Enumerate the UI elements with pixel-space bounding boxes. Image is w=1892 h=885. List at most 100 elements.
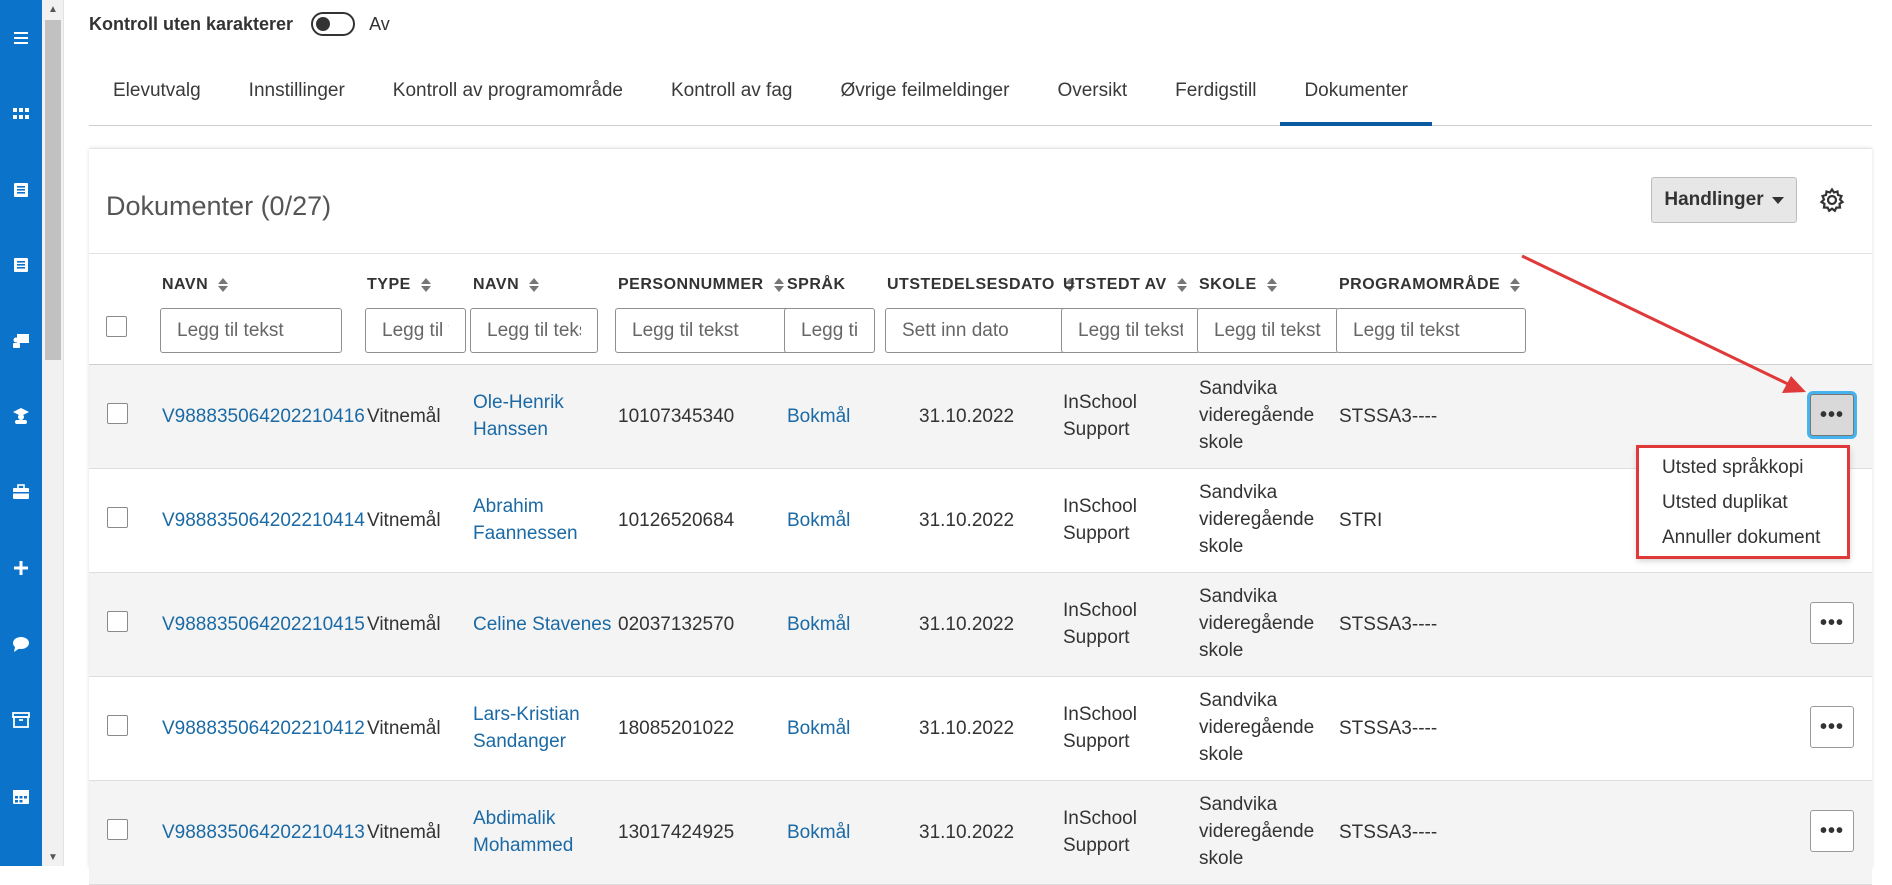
personnummer: 18085201022 [618, 718, 735, 739]
menu-item-utsted-sprakkopi[interactable]: Utsted språkkopi [1662, 457, 1804, 479]
document-type: Vitnemål [367, 510, 441, 531]
nav-rail [0, 0, 42, 866]
toggle-knob [316, 17, 331, 31]
filter-navn-2-input[interactable] [470, 308, 598, 353]
menu-item-annuller-dokument[interactable]: Annuller dokument [1662, 527, 1820, 549]
table-row: V988835064202210412 Vitnemål Lars-Kristi… [89, 677, 1872, 781]
school-line: Sandvika [1199, 690, 1278, 711]
student-first-name: Lars-Kristian [473, 704, 580, 725]
student-name-link[interactable]: Ole-Henrik Hanssen [473, 389, 564, 443]
column-header-skole[interactable]: SKOLE [1199, 276, 1277, 294]
table-row: V988835064202210416 Vitnemål Ole-Henrik H… [89, 365, 1872, 469]
row-checkbox[interactable] [107, 819, 128, 840]
row-actions-button[interactable]: ••• [1810, 394, 1854, 436]
filter-date-input[interactable] [885, 308, 1074, 353]
column-header-navn-2[interactable]: NAVN [473, 276, 540, 294]
student-name-link[interactable]: Abrahim Faannessen [473, 493, 578, 547]
column-header-label: PROGRAMOMRÅDE [1339, 276, 1501, 293]
tab-oversikt[interactable]: Oversikt [1033, 66, 1151, 125]
tab-innstillinger[interactable]: Innstillinger [225, 66, 369, 125]
filter-programomrade-input[interactable] [1336, 308, 1526, 353]
sort-icon [218, 278, 229, 292]
filter-personnummer-input[interactable] [615, 308, 794, 353]
scroll-up-icon[interactable]: ▲ [42, 0, 64, 18]
column-header-navn[interactable]: NAVN [162, 276, 229, 294]
language-link[interactable]: Bokmål [787, 611, 850, 638]
column-header-type[interactable]: TYPE [367, 276, 431, 294]
row-checkbox[interactable] [107, 715, 128, 736]
school-line: Sandvika [1199, 378, 1278, 399]
gear-icon[interactable] [1819, 187, 1845, 213]
column-header-personnummer[interactable]: PERSONNUMMER [618, 276, 784, 294]
row-actions-button[interactable]: ••• [1810, 602, 1854, 644]
book-icon[interactable] [11, 180, 31, 200]
row-actions-button[interactable]: ••• [1810, 706, 1854, 748]
scrollbar-thumb[interactable] [45, 20, 61, 360]
language-link[interactable]: Bokmål [787, 715, 850, 742]
tab-kontroll-programomrade[interactable]: Kontroll av programområde [369, 66, 647, 125]
row-checkbox[interactable] [107, 403, 128, 424]
filter-skole-input[interactable] [1197, 308, 1339, 353]
school-line: skole [1199, 640, 1244, 661]
tab-ovrige-feilmeldinger[interactable]: Øvrige feilmeldinger [816, 66, 1033, 125]
document-link[interactable]: V988835064202210413 [162, 819, 365, 846]
filter-utstedt-av-input[interactable] [1061, 308, 1200, 353]
issued-by: InSchool Support [1063, 493, 1137, 547]
issued-by-line: Support [1063, 523, 1130, 544]
plus-icon[interactable] [11, 558, 31, 578]
document-type: Vitnemål [367, 822, 441, 843]
school-line: videregående [1199, 613, 1315, 634]
menu-icon[interactable] [11, 28, 31, 48]
row-checkbox[interactable] [107, 507, 128, 528]
archive-icon[interactable] [11, 710, 31, 730]
documents-card: Dokumenter (0/27) Handlinger NAVN TYPE N… [89, 148, 1872, 885]
tab-ferdigstill[interactable]: Ferdigstill [1151, 66, 1280, 125]
menu-item-utsted-duplikat[interactable]: Utsted duplikat [1662, 492, 1788, 514]
tab-kontroll-fag[interactable]: Kontroll av fag [647, 66, 816, 125]
filter-type-input[interactable] [365, 308, 466, 353]
teacher-icon[interactable] [11, 331, 31, 351]
row-checkbox[interactable] [107, 611, 128, 632]
grid-icon[interactable] [11, 104, 31, 124]
filter-navn-input[interactable] [160, 308, 342, 353]
language-link[interactable]: Bokmål [787, 819, 850, 846]
document-link[interactable]: V988835064202210415 [162, 611, 365, 638]
column-header-utstedelsesdato[interactable]: UTSTEDELSESDATO [887, 276, 1075, 294]
personnummer: 10107345340 [618, 406, 735, 427]
chat-icon[interactable] [11, 634, 31, 654]
column-header-utstedt-av[interactable]: UTSTEDT AV [1063, 276, 1187, 294]
school-line: videregående [1199, 509, 1315, 530]
column-header-programomrade[interactable]: PROGRAMOMRÅDE [1339, 276, 1521, 294]
program-area: STSSA3---- [1339, 718, 1438, 739]
page-scrollbar[interactable]: ▲ ▼ [42, 0, 64, 866]
school: Sandvika videregående skole [1199, 583, 1314, 664]
tab-dokumenter[interactable]: Dokumenter [1280, 66, 1432, 126]
program-area: STSSA3---- [1339, 614, 1438, 635]
briefcase-icon[interactable] [11, 482, 31, 502]
book-icon[interactable] [11, 255, 31, 275]
document-link[interactable]: V988835064202210412 [162, 715, 365, 742]
calendar-icon[interactable] [11, 786, 31, 806]
document-type: Vitnemål [367, 614, 441, 635]
document-link[interactable]: V988835064202210416 [162, 403, 365, 430]
grading-toggle-bar: Kontroll uten karakterer Av [89, 10, 390, 38]
student-first-name: Abrahim [473, 496, 544, 517]
grading-toggle[interactable] [311, 12, 356, 36]
actions-dropdown-button[interactable]: Handlinger [1651, 177, 1797, 223]
personnummer: 13017424925 [618, 822, 735, 843]
row-actions-button[interactable]: ••• [1810, 810, 1854, 852]
student-name-link[interactable]: Lars-Kristian Sandanger [473, 701, 580, 755]
issued-by-line: Support [1063, 627, 1130, 648]
sort-icon [1176, 278, 1187, 292]
language-link[interactable]: Bokmål [787, 403, 850, 430]
select-all-checkbox[interactable] [106, 316, 127, 337]
student-name-link[interactable]: Abdimalik Mohammed [473, 805, 573, 859]
filter-sprak-input[interactable] [784, 308, 875, 353]
student-name-link[interactable]: Celine Stavenes [473, 611, 611, 638]
language-link[interactable]: Bokmål [787, 507, 850, 534]
document-link[interactable]: V988835064202210414 [162, 507, 365, 534]
column-header-label: SKOLE [1199, 276, 1257, 293]
scroll-down-icon[interactable]: ▼ [42, 848, 64, 866]
student-icon[interactable] [11, 406, 31, 426]
tab-elevutvalg[interactable]: Elevutvalg [89, 66, 225, 125]
